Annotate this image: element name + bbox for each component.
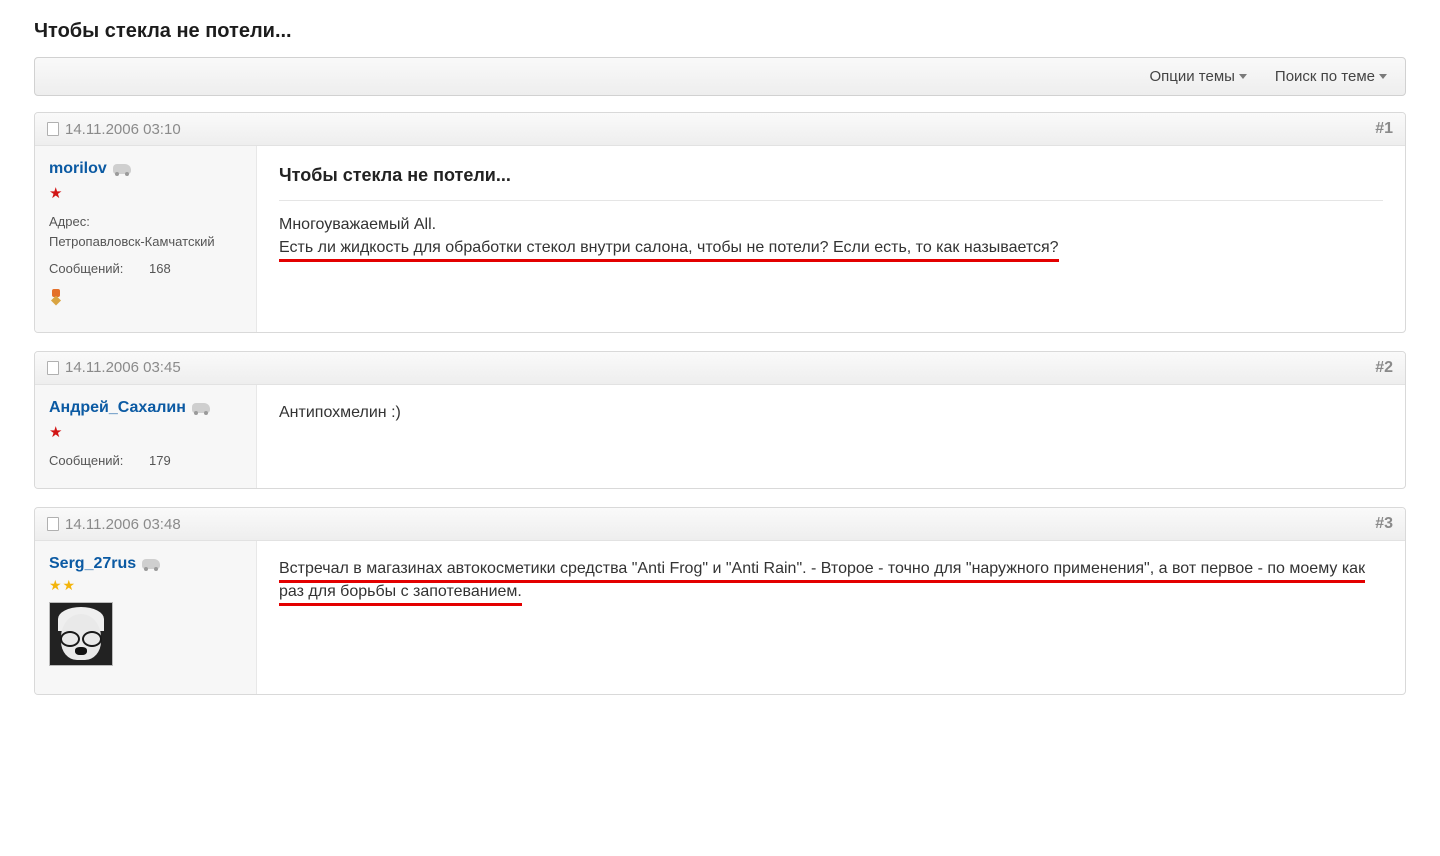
post-number-link[interactable]: #2 bbox=[1375, 359, 1393, 376]
chevron-down-icon bbox=[1379, 74, 1387, 79]
user-panel: morilov ★ Адрес: Петропавловск-Камчатский Со… bbox=[35, 146, 257, 332]
highlighted-text: Есть ли жидкость для обработки стекол вн… bbox=[279, 239, 1059, 262]
username-text: Serg_27rus bbox=[49, 555, 136, 573]
post-header: 14.11.2006 03:45 #2 bbox=[35, 352, 1405, 385]
post: 14.11.2006 03:45 #2 Андрей_Сахалин ★ Сообщен… bbox=[34, 351, 1406, 490]
username-link[interactable]: Serg_27rus bbox=[49, 555, 160, 573]
post-header: 14.11.2006 03:48 #3 bbox=[35, 508, 1405, 541]
post: 14.11.2006 03:10 #1 morilov ★ Адрес: Петропав… bbox=[34, 112, 1406, 333]
user-meta: Сообщений: 179 bbox=[49, 451, 242, 471]
thread-toolbar: Опции темы Поиск по теме bbox=[34, 57, 1406, 96]
address-value: Петропавловск-Камчатский bbox=[49, 232, 242, 252]
thread-search-label: Поиск по теме bbox=[1275, 68, 1375, 85]
thread-search-menu[interactable]: Поиск по теме bbox=[1275, 68, 1387, 85]
thread-title: Чтобы стекла не потели... bbox=[34, 20, 1406, 43]
username-link[interactable]: Андрей_Сахалин bbox=[49, 399, 210, 417]
messages-value: 168 bbox=[149, 259, 171, 279]
post-number-link[interactable]: #3 bbox=[1375, 515, 1393, 532]
post-subject: Чтобы стекла не потели... bbox=[279, 162, 1383, 201]
post-text: Есть ли жидкость для обработки стекол вн… bbox=[279, 236, 1383, 259]
rank-star-icon: ★★ bbox=[49, 577, 242, 594]
highlighted-text: Встречал в магазинах автокосметики средс… bbox=[279, 560, 1365, 606]
user-meta: Адрес: Петропавловск-Камчатский Сообщений:… bbox=[49, 212, 242, 279]
post-datetime: 14.11.2006 03:10 bbox=[65, 121, 181, 138]
post-header: 14.11.2006 03:10 #1 bbox=[35, 113, 1405, 146]
post-text: Встречал в магазинах автокосметики средс… bbox=[279, 557, 1383, 603]
post-content: Антипохмелин :) bbox=[257, 385, 1405, 489]
user-panel: Андрей_Сахалин ★ Сообщений: 179 bbox=[35, 385, 257, 489]
page-icon bbox=[47, 122, 59, 136]
post: 14.11.2006 03:48 #3 Serg_27rus ★★ Встречал в… bbox=[34, 507, 1406, 695]
post-number-link[interactable]: #1 bbox=[1375, 120, 1393, 137]
messages-value: 179 bbox=[149, 451, 171, 471]
post-text: Антипохмелин :) bbox=[279, 401, 1383, 424]
address-label: Адрес: bbox=[49, 214, 90, 229]
post-datetime: 14.11.2006 03:45 bbox=[65, 359, 181, 376]
messages-label: Сообщений: bbox=[49, 259, 139, 279]
page-icon bbox=[47, 517, 59, 531]
avatar[interactable] bbox=[49, 602, 113, 666]
user-panel: Serg_27rus ★★ bbox=[35, 541, 257, 694]
rank-star-icon: ★ bbox=[49, 184, 242, 202]
username-link[interactable]: morilov bbox=[49, 160, 131, 178]
car-icon bbox=[192, 403, 210, 413]
chevron-down-icon bbox=[1239, 74, 1247, 79]
page-icon bbox=[47, 361, 59, 375]
username-text: morilov bbox=[49, 160, 107, 178]
rank-star-icon: ★ bbox=[49, 423, 242, 441]
post-datetime: 14.11.2006 03:48 bbox=[65, 516, 181, 533]
messages-label: Сообщений: bbox=[49, 451, 139, 471]
post-content: Встречал в магазинах автокосметики средс… bbox=[257, 541, 1405, 694]
post-text: Многоуважаемый All. bbox=[279, 213, 1383, 236]
thread-options-label: Опции темы bbox=[1149, 68, 1234, 85]
post-content: Чтобы стекла не потели... Многоуважаемый … bbox=[257, 146, 1405, 332]
car-icon bbox=[142, 559, 160, 569]
username-text: Андрей_Сахалин bbox=[49, 399, 186, 417]
car-icon bbox=[113, 164, 131, 174]
thread-options-menu[interactable]: Опции темы bbox=[1149, 68, 1246, 85]
medal-icon bbox=[49, 289, 242, 314]
